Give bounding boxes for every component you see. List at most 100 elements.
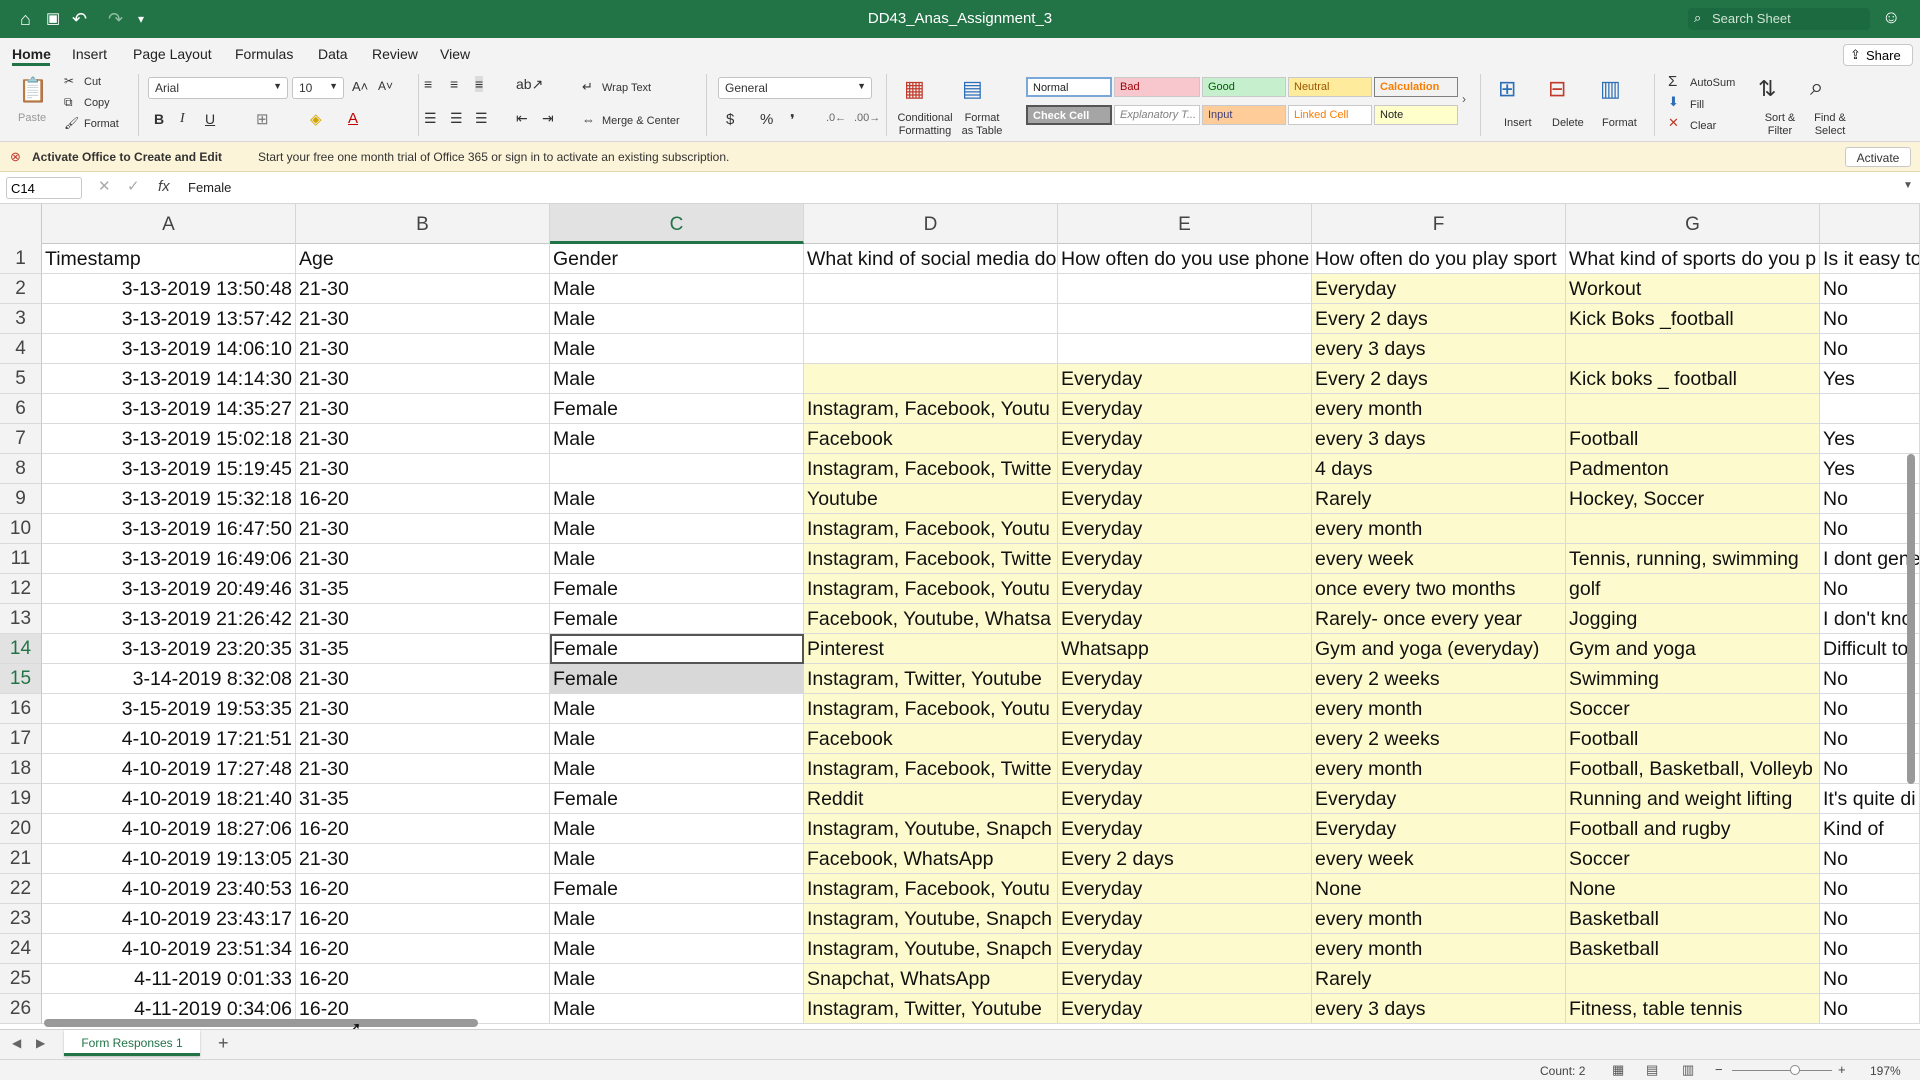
cell-b25[interactable]: 16-20 xyxy=(296,964,550,994)
cell-e6[interactable]: Everyday xyxy=(1058,394,1312,424)
cell-h6[interactable] xyxy=(1820,394,1920,424)
align-bottom-icon[interactable]: ≡ xyxy=(475,76,484,92)
cell-a9[interactable]: 3-13-2019 15:32:18 xyxy=(42,484,296,514)
cell-g9[interactable]: Hockey, Soccer xyxy=(1566,484,1820,514)
feedback-icon[interactable]: ☺ xyxy=(1882,7,1900,28)
cell-a5[interactable]: 3-13-2019 14:14:30 xyxy=(42,364,296,394)
cell-g25[interactable] xyxy=(1566,964,1820,994)
clear-button[interactable]: Clear xyxy=(1690,120,1716,132)
cell-b5[interactable]: 21-30 xyxy=(296,364,550,394)
cell-g12[interactable]: golf xyxy=(1566,574,1820,604)
cell-h7[interactable]: Yes xyxy=(1820,424,1920,454)
cancel-icon[interactable]: ✕ xyxy=(98,177,111,195)
cell-h20[interactable]: Kind of xyxy=(1820,814,1920,844)
cell-c8[interactable] xyxy=(550,454,804,484)
share-button[interactable]: ⇪ Share xyxy=(1843,44,1913,66)
orientation-icon[interactable]: ab↗ xyxy=(516,76,543,93)
cell-d21[interactable]: Facebook, WhatsApp xyxy=(804,844,1058,874)
cell-c7[interactable]: Male xyxy=(550,424,804,454)
cell-c10[interactable]: Male xyxy=(550,514,804,544)
cell-f17[interactable]: every 2 weeks xyxy=(1312,724,1566,754)
cell-e4[interactable] xyxy=(1058,334,1312,364)
column-header-f[interactable]: F xyxy=(1312,204,1566,244)
row-header[interactable]: 26 xyxy=(0,994,42,1024)
cell-f7[interactable]: every 3 days xyxy=(1312,424,1566,454)
cell-f6[interactable]: every month xyxy=(1312,394,1566,424)
delete-cells-button[interactable]: Delete xyxy=(1552,117,1584,129)
cell-h26[interactable]: No xyxy=(1820,994,1920,1024)
column-header-c[interactable]: C xyxy=(550,204,804,244)
cell-d10[interactable]: Instagram, Facebook, Youtu xyxy=(804,514,1058,544)
zoom-slider-thumb[interactable] xyxy=(1790,1065,1800,1075)
cell-g23[interactable]: Basketball xyxy=(1566,904,1820,934)
cell-h4[interactable]: No xyxy=(1820,334,1920,364)
row-header[interactable]: 18 xyxy=(0,754,42,784)
cell-e14[interactable]: Whatsapp xyxy=(1058,634,1312,664)
cell-c18[interactable]: Male xyxy=(550,754,804,784)
chevron-right-icon[interactable]: › xyxy=(1462,92,1466,106)
cell-a14[interactable]: 3-13-2019 23:20:35 xyxy=(42,634,296,664)
cell-h3[interactable]: No xyxy=(1820,304,1920,334)
cell-d20[interactable]: Instagram, Youtube, Snapch xyxy=(804,814,1058,844)
cell-f12[interactable]: once every two months xyxy=(1312,574,1566,604)
cell-a23[interactable]: 4-10-2019 23:43:17 xyxy=(42,904,296,934)
cell-b1[interactable]: Age xyxy=(296,244,550,274)
tab-page-layout[interactable]: Page Layout xyxy=(133,46,212,62)
increase-font-icon[interactable]: A˄ xyxy=(352,79,368,94)
cell-e10[interactable]: Everyday xyxy=(1058,514,1312,544)
autosum-button[interactable]: AutoSum xyxy=(1690,77,1735,89)
cell-e21[interactable]: Every 2 days xyxy=(1058,844,1312,874)
row-header[interactable]: 5 xyxy=(0,364,42,394)
decrease-indent-icon[interactable]: ⇤ xyxy=(516,110,528,127)
sort-filter-icon[interactable]: ⇅ xyxy=(1758,76,1776,102)
row-header[interactable]: 20 xyxy=(0,814,42,844)
cut-button[interactable]: Cut xyxy=(84,76,101,88)
cell-f10[interactable]: every month xyxy=(1312,514,1566,544)
row-header[interactable]: 15 xyxy=(0,664,42,694)
cell-h21[interactable]: No xyxy=(1820,844,1920,874)
cell-c22[interactable]: Female xyxy=(550,874,804,904)
cell-g17[interactable]: Football xyxy=(1566,724,1820,754)
cell-a1[interactable]: Timestamp xyxy=(42,244,296,274)
column-header-g[interactable]: G xyxy=(1566,204,1820,244)
cell-b2[interactable]: 21-30 xyxy=(296,274,550,304)
cell-d5[interactable] xyxy=(804,364,1058,394)
row-header[interactable]: 6 xyxy=(0,394,42,424)
row-header[interactable]: 25 xyxy=(0,964,42,994)
cell-h24[interactable]: No xyxy=(1820,934,1920,964)
tab-insert[interactable]: Insert xyxy=(72,46,107,62)
cell-e18[interactable]: Everyday xyxy=(1058,754,1312,784)
cell-g6[interactable] xyxy=(1566,394,1820,424)
conditional-formatting-label[interactable]: Conditional xyxy=(896,112,954,124)
increase-indent-icon[interactable]: ⇥ xyxy=(542,110,554,127)
align-left-icon[interactable]: ☰ xyxy=(424,110,437,127)
cell-d14[interactable]: Pinterest xyxy=(804,634,1058,664)
row-header[interactable]: 8 xyxy=(0,454,42,484)
find-select-label[interactable]: Find & xyxy=(1810,112,1850,124)
cell-g19[interactable]: Running and weight lifting xyxy=(1566,784,1820,814)
cell-e20[interactable]: Everyday xyxy=(1058,814,1312,844)
find-select-icon[interactable]: ⌕ xyxy=(1810,74,1823,102)
cell-h22[interactable]: No xyxy=(1820,874,1920,904)
sheet-tab-form-responses[interactable]: Form Responses 1 xyxy=(64,1030,200,1056)
cell-b14[interactable]: 31-35 xyxy=(296,634,550,664)
checkmark-icon[interactable]: ✓ xyxy=(127,177,140,195)
cell-g21[interactable]: Soccer xyxy=(1566,844,1820,874)
tab-formulas[interactable]: Formulas xyxy=(235,46,293,62)
cell-f11[interactable]: every week xyxy=(1312,544,1566,574)
style-neutral[interactable]: Neutral xyxy=(1288,77,1372,97)
cell-f8[interactable]: 4 days xyxy=(1312,454,1566,484)
comma-style-icon[interactable]: ❜ xyxy=(790,111,795,129)
cell-f24[interactable]: every month xyxy=(1312,934,1566,964)
cell-d1[interactable]: What kind of social media do xyxy=(804,244,1058,274)
cell-g10[interactable] xyxy=(1566,514,1820,544)
row-header[interactable]: 13 xyxy=(0,604,42,634)
cell-d9[interactable]: Youtube xyxy=(804,484,1058,514)
cell-g3[interactable]: Kick Boks _football xyxy=(1566,304,1820,334)
normal-view-icon[interactable]: ▦ xyxy=(1612,1062,1624,1078)
cell-d11[interactable]: Instagram, Facebook, Twitte xyxy=(804,544,1058,574)
cell-d19[interactable]: Reddit xyxy=(804,784,1058,814)
cell-f19[interactable]: Everyday xyxy=(1312,784,1566,814)
cell-b4[interactable]: 21-30 xyxy=(296,334,550,364)
cell-f1[interactable]: How often do you play sport xyxy=(1312,244,1566,274)
